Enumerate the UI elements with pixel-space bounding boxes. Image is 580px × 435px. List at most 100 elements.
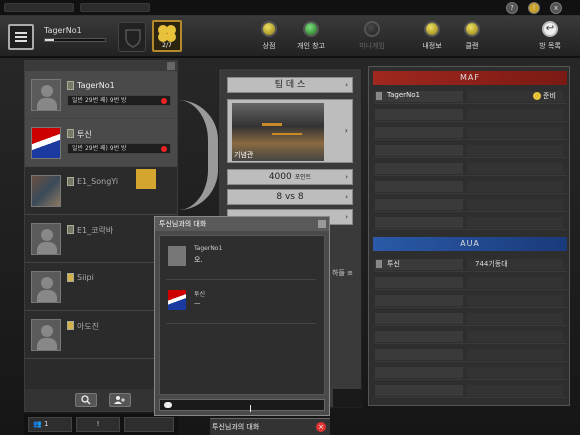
team-slot[interactable] [373, 365, 567, 380]
shop-button[interactable]: 상점 [249, 21, 289, 51]
shield-icon [125, 29, 141, 48]
chat-bubble-icon [164, 402, 172, 408]
top-strip-slot [80, 3, 150, 12]
team-slot[interactable] [373, 293, 567, 308]
game-mode-select[interactable]: 팀 데 스 › [227, 77, 353, 93]
player-name: TagerNo1 [44, 26, 82, 35]
minigame-button[interactable]: 미니게임 [352, 21, 392, 51]
team-slot[interactable] [373, 383, 567, 398]
team-slot[interactable] [373, 215, 567, 230]
team-slot[interactable] [373, 107, 567, 122]
team-header-aua: AUA [373, 237, 567, 251]
chat-input[interactable] [159, 399, 325, 411]
room-list-button[interactable]: ↩ 방 목록 [530, 21, 570, 51]
info-icon [424, 21, 440, 37]
team-size-select[interactable]: 8 vs 8 › [227, 189, 353, 205]
team-slot[interactable] [373, 347, 567, 362]
alert-button[interactable]: ! [76, 417, 120, 432]
rank-icon [376, 92, 382, 100]
header-bar: TagerNo1 2/7 상점 개인 창고 미니게임 내정보 클랜 ↩ 방 목록 [0, 16, 580, 58]
chat-tab[interactable]: 투신님과의 대화 × [210, 418, 330, 435]
close-icon[interactable]: × [316, 422, 326, 432]
player-slot[interactable]: TagerNo1 일반 29번 째) 9번 방 [25, 71, 177, 119]
shop-icon [261, 21, 277, 37]
top-strip-slot [4, 3, 74, 12]
avatar [31, 175, 61, 207]
rank-icon [67, 273, 74, 282]
avatar [31, 319, 61, 351]
team-slot[interactable]: 투신 744기동대 [373, 257, 567, 272]
menu-button[interactable] [8, 24, 34, 50]
player-slot-status: 일반 29번 째) 9번 방 [67, 143, 171, 154]
arrow-right-icon: › [345, 213, 348, 221]
player-slot-name: 투신 [77, 130, 92, 139]
clan-emblem[interactable] [118, 22, 146, 52]
avatar [168, 290, 186, 310]
clover-item[interactable]: 2/7 [152, 20, 182, 52]
rank-icon [67, 81, 74, 90]
status-dot-icon [161, 146, 167, 152]
rank-icon [67, 129, 74, 138]
ready-icon [533, 92, 541, 100]
clover-count: 2/7 [162, 42, 172, 49]
team-header-maf: MAF [373, 71, 567, 85]
decorative-arc [178, 100, 218, 210]
notice-icon[interactable]: ! [528, 2, 540, 14]
clan-icon [464, 21, 480, 37]
map-name: 기념관 [234, 151, 254, 159]
close-icon[interactable]: x [550, 2, 562, 14]
rank-icon [67, 225, 74, 234]
users-icon: 👥 [33, 420, 42, 428]
close-icon[interactable] [318, 220, 326, 228]
bottom-slot [124, 417, 174, 432]
chat-window: 투신님과의 대화 TagerNo1 오. 투신 ㅡ [154, 216, 330, 416]
search-button[interactable] [75, 393, 97, 407]
minimize-icon[interactable] [167, 62, 175, 70]
storage-icon [303, 21, 319, 37]
chat-title-bar[interactable]: 투신님과의 대화 [155, 217, 329, 231]
minigame-icon [364, 21, 380, 37]
avatar [31, 223, 61, 255]
my-info-button[interactable]: 내정보 [412, 21, 452, 51]
team-panel: MAF TagerNo1 준비 AUA 투신 744기동대 [368, 66, 570, 406]
add-user-button[interactable] [109, 393, 131, 407]
start-button[interactable] [136, 169, 156, 189]
team-slot[interactable] [373, 179, 567, 194]
team-slot[interactable] [373, 311, 567, 326]
team-slot[interactable] [373, 329, 567, 344]
online-count[interactable]: 👥 1 [28, 417, 72, 432]
player-slot-name: E1_SongYi [77, 177, 119, 186]
team-slot[interactable]: TagerNo1 준비 [373, 89, 567, 104]
help-icon[interactable]: ? [506, 2, 518, 14]
add-user-icon [114, 396, 125, 404]
arrow-right-icon: › [345, 193, 348, 201]
search-icon [81, 395, 91, 405]
rank-icon [376, 260, 382, 268]
bottom-bar: 👥 1 ! [24, 414, 178, 435]
player-slot-name: E1_코락바 [77, 226, 114, 235]
rank-icon [67, 321, 74, 330]
player-slot-name: TagerNo1 [77, 81, 115, 90]
team-slot[interactable] [373, 161, 567, 176]
team-slot[interactable] [373, 197, 567, 212]
clan-button[interactable]: 클랜 [452, 21, 492, 51]
ready-status: 준비 [533, 91, 556, 101]
back-arrow-icon: ↩ [542, 21, 558, 37]
avatar [168, 246, 186, 266]
text-cursor-icon: I [249, 404, 252, 415]
map-select[interactable]: 기념관 › [227, 99, 353, 163]
points-select[interactable]: 4000 포인트 › [227, 169, 353, 185]
team-slot[interactable] [373, 275, 567, 290]
player-slot[interactable]: 투신 일반 29번 째) 9번 방 [25, 119, 177, 167]
exp-bar [44, 38, 106, 42]
avatar [31, 127, 61, 159]
team-slot[interactable] [373, 125, 567, 140]
player-slot-name: 아도진 [77, 322, 100, 331]
status-dot-icon [161, 98, 167, 104]
chat-message: 투신 ㅡ [166, 284, 316, 324]
chat-message: TagerNo1 오. [166, 240, 316, 280]
team-slot[interactable] [373, 143, 567, 158]
avatar [31, 271, 61, 303]
personal-storage-button[interactable]: 개인 창고 [291, 21, 331, 51]
arrow-right-icon: › [344, 126, 348, 135]
